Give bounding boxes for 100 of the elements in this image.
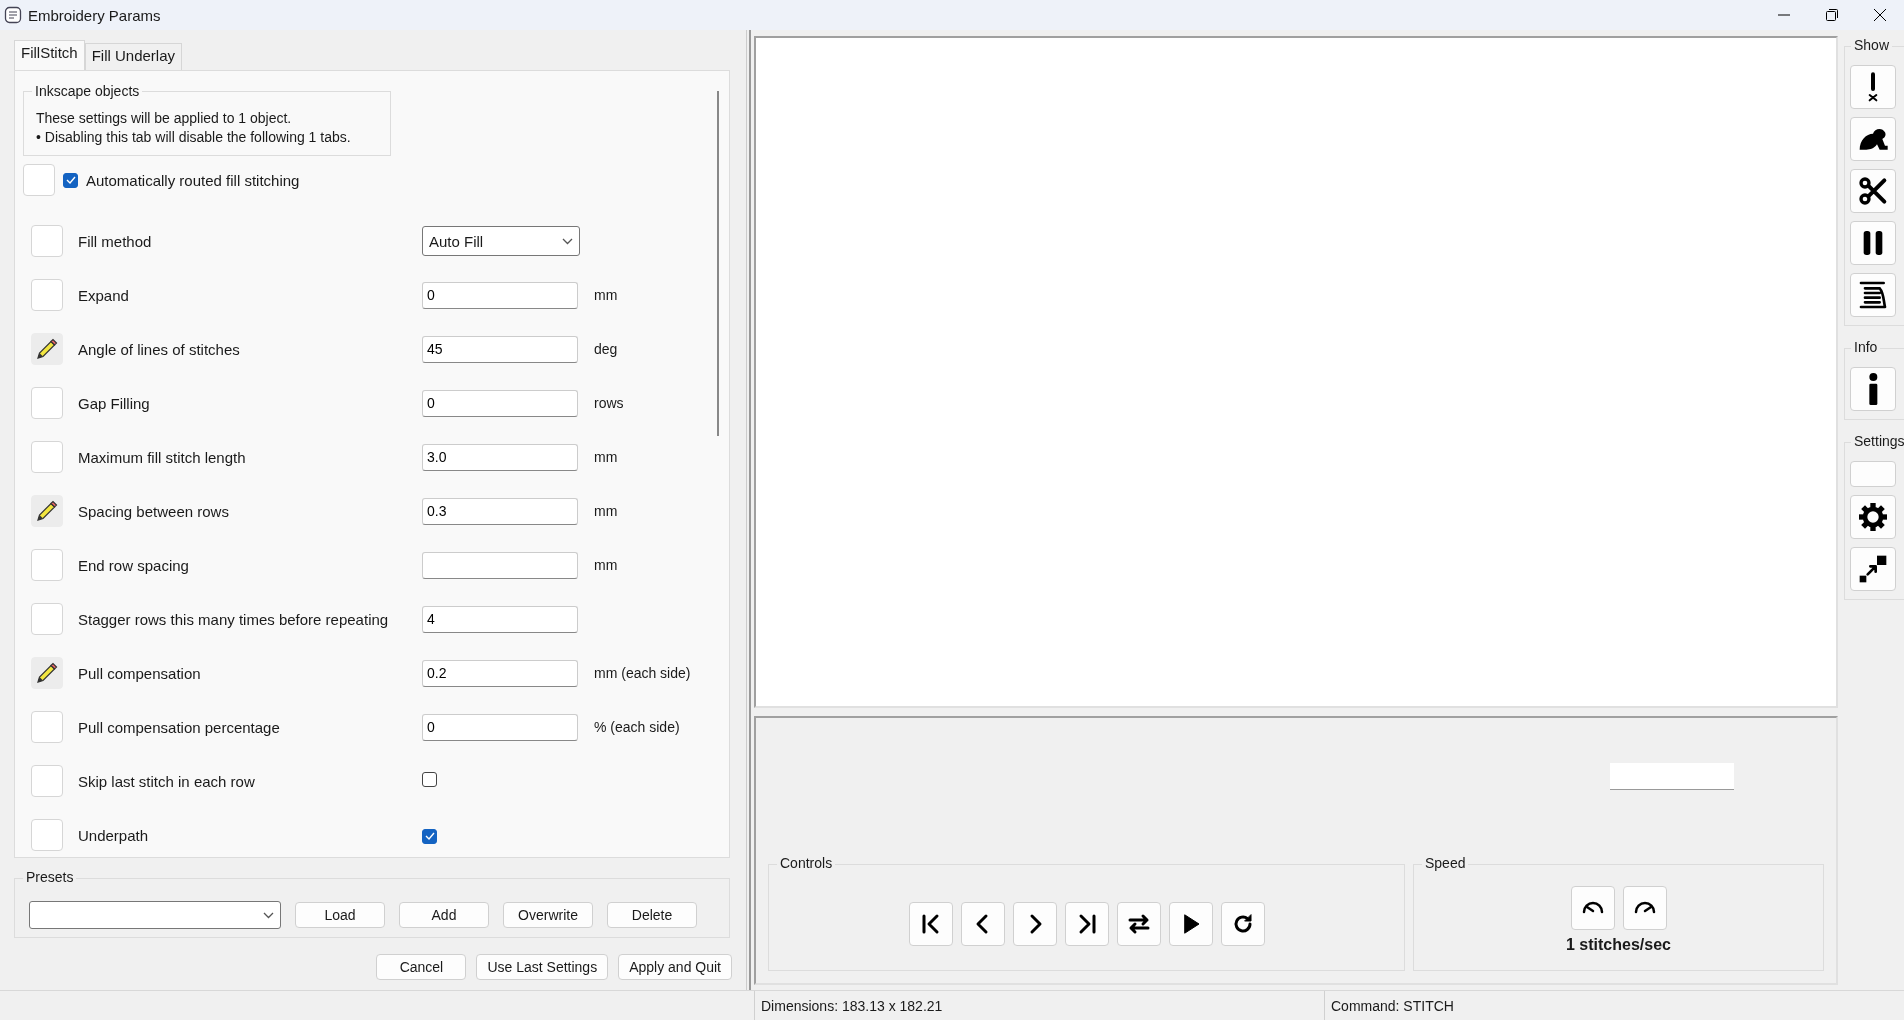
- tab[interactable]: Fill Underlay: [84, 43, 183, 70]
- toggle-box[interactable]: [31, 387, 63, 419]
- toggle-box[interactable]: [31, 765, 63, 797]
- input-field[interactable]: 0: [422, 389, 578, 417]
- dialog-button[interactable]: Cancel: [376, 954, 467, 980]
- pencil-toggle[interactable]: [31, 333, 63, 365]
- param-label: Spacing between rows: [78, 502, 230, 520]
- param-label: Angle of lines of stitches: [78, 340, 241, 358]
- toggle-box[interactable]: [31, 603, 63, 635]
- play-button[interactable]: [1168, 901, 1213, 946]
- input-field[interactable]: 0.3: [422, 497, 578, 525]
- group-title: Speed: [1422, 855, 1469, 871]
- dialog-button[interactable]: Apply and Quit: [618, 954, 732, 980]
- unit-label: mm: [593, 557, 619, 573]
- pencil-toggle[interactable]: [31, 657, 63, 689]
- checkbox-label: Automatically routed fill stitching: [86, 171, 300, 189]
- first-button[interactable]: [908, 901, 953, 946]
- preset-button[interactable]: Delete: [607, 902, 697, 928]
- toggle-box[interactable]: [31, 819, 63, 851]
- unit-label: deg: [593, 341, 619, 357]
- input-field[interactable]: 45: [422, 335, 578, 363]
- tool-button[interactable]: [1850, 117, 1896, 161]
- faster-button[interactable]: [1622, 885, 1667, 930]
- group-title: Settings: [1851, 433, 1904, 449]
- unit-label: % (each side): [593, 719, 681, 735]
- param-label: Gap Filling: [78, 394, 151, 412]
- preset-button[interactable]: Overwrite: [503, 902, 593, 928]
- input-field[interactable]: 0.2: [422, 659, 578, 687]
- input-field[interactable]: 0: [422, 281, 578, 309]
- tab[interactable]: FillStitch: [14, 40, 85, 71]
- checkbox[interactable]: [422, 828, 437, 844]
- group-title: Inkscape objects: [32, 82, 143, 101]
- preset-button[interactable]: Add: [399, 902, 489, 928]
- slower-button[interactable]: [1570, 885, 1615, 930]
- tool-button[interactable]: [1850, 65, 1896, 109]
- param-label: Underpath: [78, 826, 150, 844]
- param-label: Stagger rows this many times before repeating: [78, 610, 390, 628]
- check-icon: [424, 832, 435, 841]
- tool-button[interactable]: [1850, 367, 1896, 411]
- last-button[interactable]: [1064, 901, 1109, 946]
- gear-icon: [1857, 501, 1889, 533]
- input-field[interactable]: [422, 551, 578, 579]
- param-label: Skip last stitch in each row: [78, 772, 256, 790]
- reload-button[interactable]: [1220, 901, 1265, 946]
- preset-button[interactable]: Load: [295, 902, 385, 928]
- caret-icon: [263, 911, 274, 919]
- toggle-box[interactable]: [31, 279, 63, 311]
- next-button[interactable]: [1012, 901, 1057, 946]
- restore-icon[interactable]: [1825, 8, 1839, 22]
- input-field[interactable]: 0: [422, 713, 578, 741]
- dialog-button[interactable]: Use Last Settings: [476, 954, 609, 980]
- param-label: Maximum fill stitch length: [78, 448, 247, 466]
- checkbox[interactable]: [422, 772, 437, 787]
- input-field[interactable]: 4: [422, 605, 578, 633]
- spool-icon: [1857, 279, 1889, 311]
- tool-button[interactable]: [1850, 169, 1896, 213]
- pencil-icon: [35, 337, 59, 361]
- pencil-icon: [35, 661, 59, 685]
- tool-button[interactable]: [1850, 221, 1896, 265]
- unit-label: rows: [593, 395, 625, 411]
- param-label: Pull compensation: [78, 664, 202, 682]
- app-icon: [4, 6, 22, 24]
- tool-button[interactable]: [1850, 495, 1896, 539]
- dropdown[interactable]: Auto Fill: [422, 226, 580, 256]
- resize-icon: [1857, 553, 1889, 585]
- pencil-toggle[interactable]: [31, 495, 63, 527]
- input-field[interactable]: [1610, 763, 1734, 790]
- group-title: Controls: [777, 855, 836, 871]
- param-label: Pull compensation percentage: [78, 718, 281, 736]
- status-text: Command: STITCH: [1324, 991, 1904, 1020]
- group-title: Info: [1851, 339, 1881, 355]
- scissors-icon: [1857, 175, 1889, 207]
- info-text: • Disabling this tab will disable the following 1 tabs.: [36, 128, 352, 147]
- speed-reading: 1 stitches/sec: [1566, 935, 1671, 954]
- unit-label: mm: [593, 503, 619, 519]
- close-icon[interactable]: [1873, 8, 1887, 22]
- info-icon: [1867, 373, 1879, 405]
- toggle-box[interactable]: [31, 441, 63, 473]
- swap-button[interactable]: [1116, 901, 1161, 946]
- param-label: Expand: [78, 286, 130, 304]
- unit-label: mm (each side): [593, 665, 692, 681]
- tool-button[interactable]: [1850, 273, 1896, 317]
- group-title: Presets: [23, 869, 77, 885]
- unit-label: mm: [593, 449, 619, 465]
- toggle-box[interactable]: [31, 549, 63, 581]
- toggle-box[interactable]: [31, 711, 63, 743]
- prev-button[interactable]: [960, 901, 1005, 946]
- status-text: Dimensions: 183.13 x 182.21: [754, 991, 1324, 1020]
- toggle-box[interactable]: [31, 225, 63, 257]
- pencil-icon: [35, 499, 59, 523]
- unit-label: mm: [593, 287, 619, 303]
- param-label: End row spacing: [78, 556, 190, 574]
- input-field[interactable]: 3.0: [422, 443, 578, 471]
- info-text: These settings will be applied to 1 object.: [36, 109, 293, 128]
- toggle-box[interactable]: [23, 164, 55, 196]
- preset-dropdown[interactable]: [29, 901, 281, 929]
- checkbox[interactable]: [63, 172, 78, 188]
- caret-icon: [562, 237, 573, 245]
- tool-button[interactable]: [1850, 547, 1896, 591]
- param-label: Fill method: [78, 232, 153, 250]
